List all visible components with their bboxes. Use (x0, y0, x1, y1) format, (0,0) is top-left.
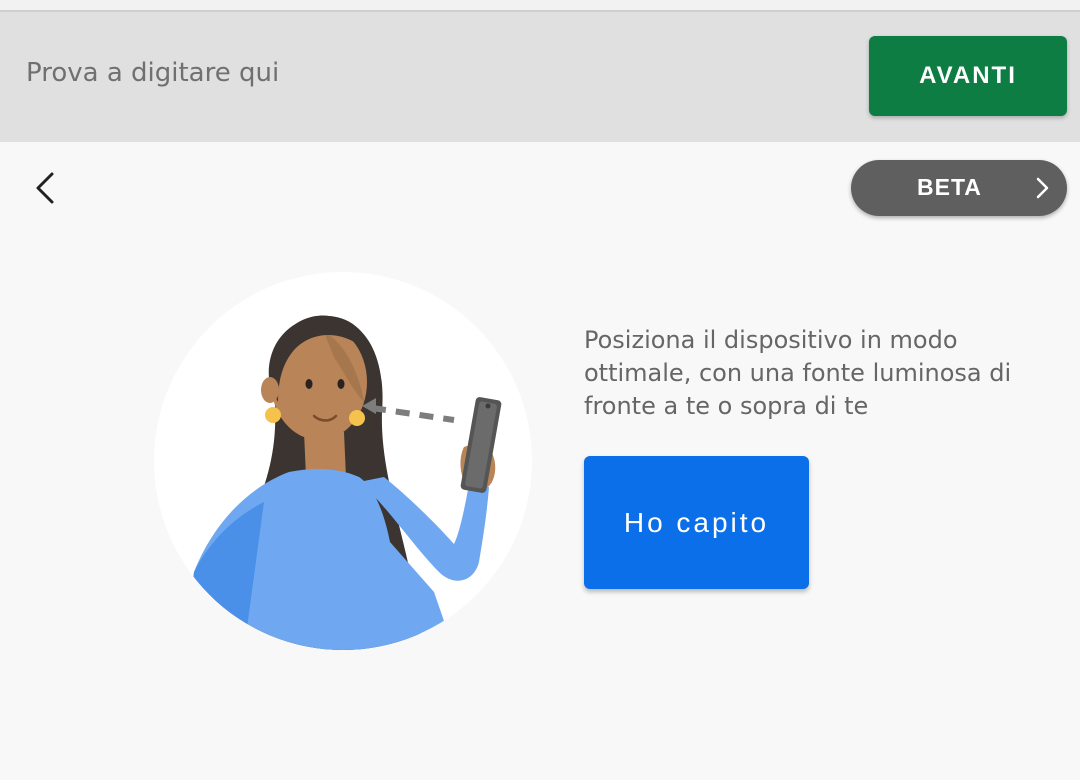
woman-holding-phone-illustration (154, 272, 532, 650)
back-button[interactable] (26, 166, 66, 210)
beta-button[interactable]: BETA (851, 160, 1067, 216)
screen: Prova a digitare qui AVANTI BETA Posizio… (0, 0, 1080, 780)
instruction-text: Posiziona il dispositivo in modo ottimal… (584, 326, 1012, 420)
chevron-right-icon (1036, 177, 1049, 199)
beta-label: BETA (917, 174, 982, 200)
top-bar: Prova a digitare qui AVANTI (0, 12, 1080, 142)
next-button[interactable]: AVANTI (869, 36, 1067, 116)
typing-field[interactable]: Prova a digitare qui (26, 58, 279, 88)
status-divider (0, 0, 1080, 12)
chevron-left-icon (36, 172, 54, 204)
confirm-button[interactable]: Ho capito (584, 456, 809, 589)
